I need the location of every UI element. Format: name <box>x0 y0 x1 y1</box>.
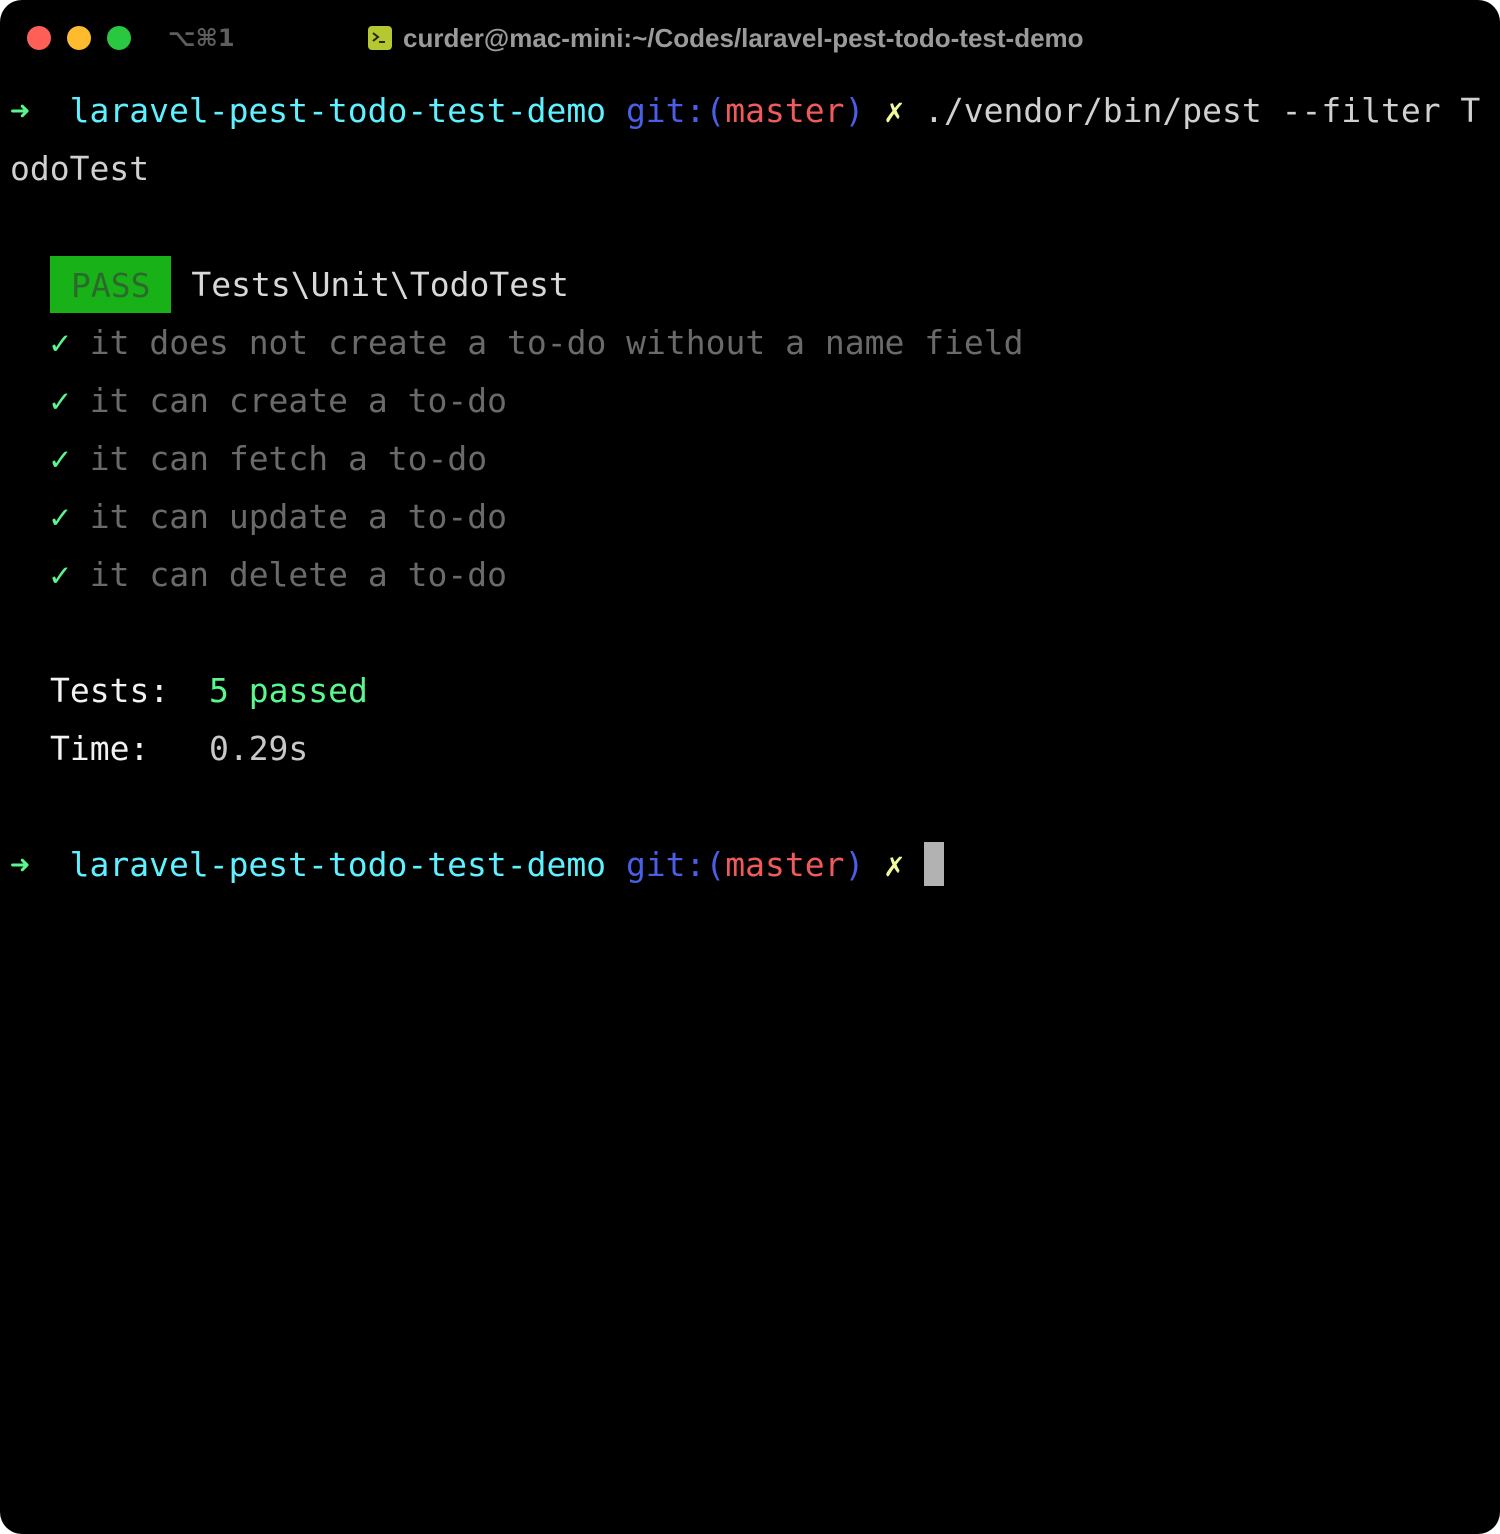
test-row: ✓ it can update a to-do <box>50 488 507 546</box>
suite-result-line: PASS Tests\Unit\TodoTest <box>50 256 569 314</box>
tests-label: Tests: <box>50 671 170 710</box>
git-prefix: git:( <box>625 845 726 884</box>
zoom-window-button[interactable] <box>107 26 131 50</box>
check-icon: ✓ <box>50 323 70 362</box>
minimize-window-button[interactable] <box>67 26 91 50</box>
suite-name: Tests\Unit\TodoTest <box>191 265 569 304</box>
git-prefix: git:( <box>625 91 726 130</box>
text-cursor[interactable] <box>924 841 944 886</box>
pass-badge: PASS <box>50 256 172 313</box>
test-row: ✓ it does not create a to-do without a n… <box>50 314 1024 372</box>
prompt-line: ➜ laravel-pest-todo-test-demo git:(maste… <box>10 82 1480 140</box>
test-row: ✓ it can fetch a to-do <box>50 430 487 488</box>
command-text: ./vendor/bin/pest --filter T <box>924 91 1481 130</box>
test-row: ✓ it can delete a to-do <box>50 546 507 604</box>
check-icon: ✓ <box>50 381 70 420</box>
terminal-icon <box>368 26 392 50</box>
check-icon: ✓ <box>50 555 70 594</box>
git-branch: master <box>725 845 845 884</box>
tab-shortcut-label: ⌥⌘1 <box>168 24 235 52</box>
prompt-directory: laravel-pest-todo-test-demo <box>69 845 607 884</box>
terminal-window: ⌥⌘1 curder@mac-mini:~/Codes/laravel-pest… <box>0 0 1500 1534</box>
title-bar: ⌥⌘1 curder@mac-mini:~/Codes/laravel-pest… <box>0 0 1500 76</box>
tests-passed-value: 5 passed <box>208 671 368 710</box>
test-name: it can update a to-do <box>89 497 507 536</box>
window-title-group: curder@mac-mini:~/Codes/laravel-pest-tod… <box>368 22 1084 54</box>
prompt-arrow-icon: ➜ <box>10 91 30 130</box>
git-suffix: ) <box>844 845 865 884</box>
prompt-line-current[interactable]: ➜ laravel-pest-todo-test-demo git:(maste… <box>10 836 944 894</box>
time-summary-line: Time: 0.29s <box>50 720 308 778</box>
check-icon: ✓ <box>50 497 70 536</box>
command-text-wrap: odoTest <box>10 149 150 188</box>
time-value: 0.29s <box>208 729 309 768</box>
dirty-marker-icon: ✗ <box>884 91 905 130</box>
command-continuation: odoTest <box>10 140 149 198</box>
git-branch: master <box>725 91 845 130</box>
prompt-arrow-icon: ➜ <box>10 845 30 884</box>
tests-summary-line: Tests: 5 passed <box>50 662 368 720</box>
close-window-button[interactable] <box>27 26 51 50</box>
window-title: curder@mac-mini:~/Codes/laravel-pest-tod… <box>403 22 1084 53</box>
test-name: it can create a to-do <box>89 381 507 420</box>
test-name: it can delete a to-do <box>89 555 507 594</box>
test-name: it does not create a to-do without a nam… <box>89 323 1024 362</box>
test-name: it can fetch a to-do <box>89 439 488 478</box>
dirty-marker-icon: ✗ <box>884 845 905 884</box>
prompt-directory: laravel-pest-todo-test-demo <box>69 91 607 130</box>
git-suffix: ) <box>844 91 865 130</box>
test-row: ✓ it can create a to-do <box>50 372 507 430</box>
time-label: Time: <box>50 729 150 768</box>
check-icon: ✓ <box>50 439 70 478</box>
